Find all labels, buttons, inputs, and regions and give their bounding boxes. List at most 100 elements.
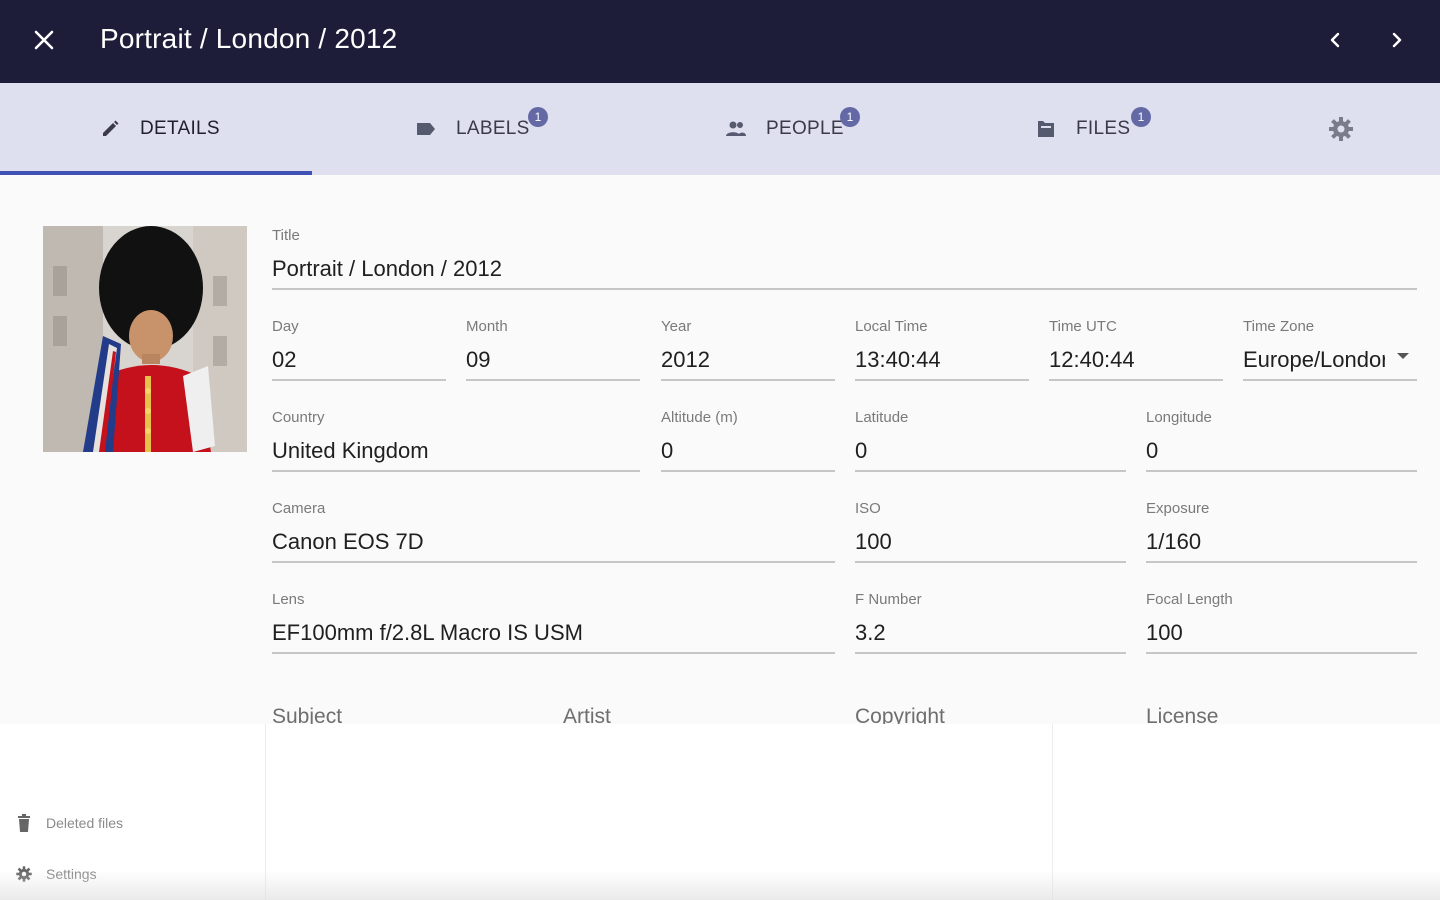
tab-details[interactable]: DETAILS — [98, 83, 220, 175]
camera-input[interactable]: Canon EOS 7D — [272, 527, 835, 557]
labels-count-badge: 1 — [528, 107, 548, 127]
tab-settings[interactable] — [1323, 111, 1359, 147]
chevron-left-icon — [1330, 32, 1340, 48]
close-button[interactable] — [26, 22, 62, 58]
altitude-input[interactable]: 0 — [661, 436, 835, 466]
time-zone-underline — [1243, 379, 1417, 381]
f-number-label: F Number — [855, 591, 922, 608]
app-bar: Portrait / London / 2012 — [0, 0, 1440, 83]
latitude-label: Latitude — [855, 409, 909, 426]
day-label: Day — [272, 318, 299, 335]
time-zone-value[interactable]: Europe/Londor — [1243, 345, 1385, 375]
exposure-field[interactable]: Exposure 1/160 — [1146, 499, 1417, 563]
guard-portrait-image — [43, 226, 247, 452]
time-utc-input[interactable]: 12:40:44 — [1049, 345, 1223, 375]
local-time-input[interactable]: 13:40:44 — [855, 345, 1029, 375]
camera-field[interactable]: Camera Canon EOS 7D — [272, 499, 835, 563]
dropdown-arrow-icon[interactable] — [1397, 353, 1409, 359]
longitude-field[interactable]: Longitude 0 — [1146, 408, 1417, 472]
year-input[interactable]: 2012 — [661, 345, 835, 375]
lens-underline — [272, 652, 835, 654]
tab-files[interactable]: FILES — [1034, 83, 1130, 175]
year-underline — [661, 379, 835, 381]
longitude-underline — [1146, 470, 1417, 472]
gear-icon — [1329, 117, 1353, 141]
focal-length-underline — [1146, 652, 1417, 654]
folder-icon — [1034, 117, 1058, 141]
camera-label: Camera — [272, 500, 326, 517]
f-number-field[interactable]: F Number 3.2 — [855, 590, 1126, 654]
exposure-input[interactable]: 1/160 — [1146, 527, 1417, 557]
title-field[interactable]: Title Portrait / London / 2012 — [272, 226, 1417, 290]
tab-files-label: FILES — [1076, 118, 1131, 139]
day-underline — [272, 379, 446, 381]
focal-length-input[interactable]: 100 — [1146, 618, 1417, 648]
year-field[interactable]: Year 2012 — [661, 317, 835, 381]
active-tab-indicator — [0, 171, 312, 175]
previous-photo-button[interactable] — [1317, 22, 1353, 58]
lens-field[interactable]: Lens EF100mm f/2.8L Macro IS USM — [272, 590, 835, 654]
country-input[interactable]: United Kingdom — [272, 436, 640, 466]
iso-input[interactable]: 100 — [855, 527, 1126, 557]
sidebar-item-deleted-files[interactable]: Deleted files — [14, 813, 123, 833]
focal-length-field[interactable]: Focal Length 100 — [1146, 590, 1417, 654]
tab-bar: DETAILS LABELS 1 PEOPLE 1 FILES 1 — [0, 83, 1440, 175]
f-number-input[interactable]: 3.2 — [855, 618, 1126, 648]
time-utc-underline — [1049, 379, 1223, 381]
background-app-panel: Deleted files Settings — [0, 724, 1440, 900]
iso-label: ISO — [855, 500, 881, 517]
photo-thumbnail[interactable] — [43, 226, 247, 452]
year-label: Year — [661, 318, 692, 335]
camera-underline — [272, 561, 835, 563]
time-utc-field[interactable]: Time UTC 12:40:44 — [1049, 317, 1223, 381]
title-input[interactable]: Portrait / London / 2012 — [272, 254, 1417, 284]
time-zone-label: Time Zone — [1243, 318, 1315, 335]
iso-underline — [855, 561, 1126, 563]
people-count-badge: 1 — [840, 107, 860, 127]
country-underline — [272, 470, 640, 472]
lens-input[interactable]: EF100mm f/2.8L Macro IS USM — [272, 618, 835, 648]
altitude-underline — [661, 470, 835, 472]
longitude-input[interactable]: 0 — [1146, 436, 1417, 466]
close-icon — [34, 30, 54, 50]
next-photo-button[interactable] — [1379, 22, 1415, 58]
focal-length-label: Focal Length — [1146, 591, 1233, 608]
people-icon — [724, 117, 748, 141]
latitude-underline — [855, 470, 1126, 472]
local-time-underline — [855, 379, 1029, 381]
time-zone-select[interactable]: Time Zone Europe/Londor — [1243, 317, 1417, 381]
local-time-field[interactable]: Local Time 13:40:44 — [855, 317, 1029, 381]
title-underline — [272, 288, 1417, 290]
tab-labels-label: LABELS — [456, 118, 530, 139]
tab-labels[interactable]: LABELS — [414, 83, 530, 175]
title-label: Title — [272, 227, 300, 244]
day-field[interactable]: Day 02 — [272, 317, 446, 381]
latitude-input[interactable]: 0 — [855, 436, 1126, 466]
month-field[interactable]: Month 09 — [466, 317, 640, 381]
exposure-label: Exposure — [1146, 500, 1210, 517]
lens-label: Lens — [272, 591, 305, 608]
tab-people-label: PEOPLE — [766, 118, 844, 139]
f-number-underline — [855, 652, 1126, 654]
local-time-label: Local Time — [855, 318, 928, 335]
pencil-icon — [98, 117, 122, 141]
sidebar-item-label: Deleted files — [46, 815, 124, 831]
month-label: Month — [466, 318, 508, 335]
tab-people[interactable]: PEOPLE — [724, 83, 844, 175]
country-field[interactable]: Country United Kingdom — [272, 408, 640, 472]
trash-icon — [14, 813, 34, 833]
altitude-field[interactable]: Altitude (m) 0 — [661, 408, 835, 472]
tab-details-label: DETAILS — [140, 118, 220, 139]
iso-field[interactable]: ISO 100 — [855, 499, 1126, 563]
files-count-badge: 1 — [1131, 107, 1151, 127]
time-utc-label: Time UTC — [1049, 318, 1117, 335]
chevron-right-icon — [1392, 32, 1402, 48]
altitude-label: Altitude (m) — [661, 409, 738, 426]
longitude-label: Longitude — [1146, 409, 1212, 426]
month-input[interactable]: 09 — [466, 345, 640, 375]
exposure-underline — [1146, 561, 1417, 563]
month-underline — [466, 379, 640, 381]
day-input[interactable]: 02 — [272, 345, 446, 375]
latitude-field[interactable]: Latitude 0 — [855, 408, 1126, 472]
dialog-title: Portrait / London / 2012 — [100, 23, 398, 54]
